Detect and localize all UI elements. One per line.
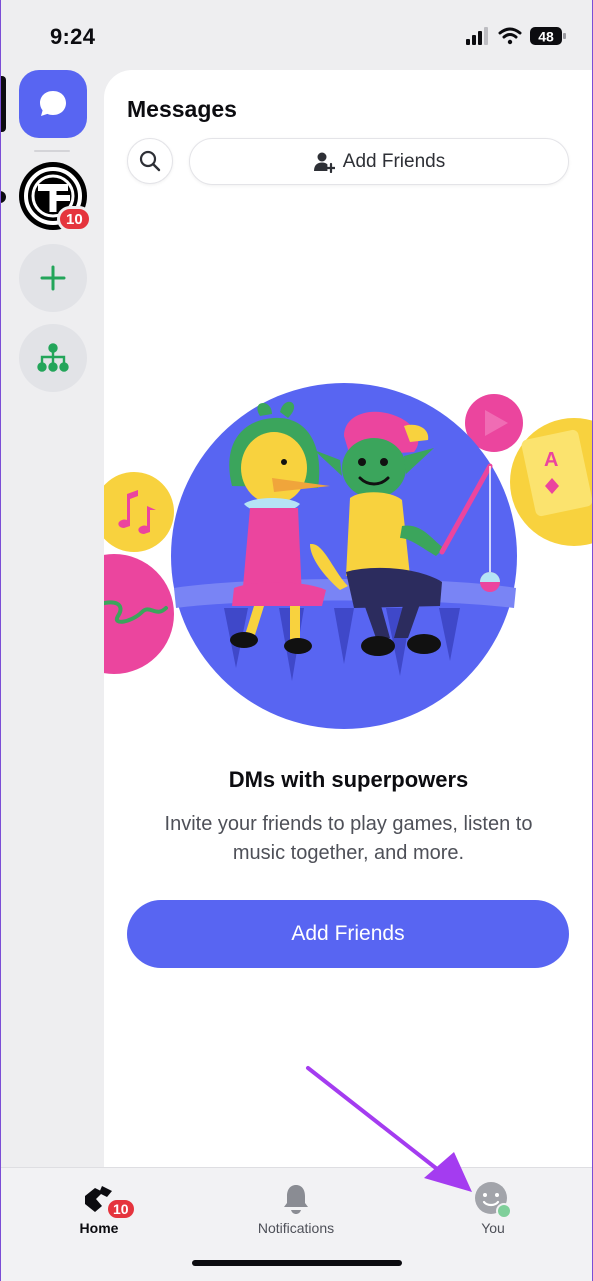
selected-indicator [0,76,6,132]
add-friends-header-label: Add Friends [342,150,446,172]
cellular-signal-icon [466,27,488,45]
server-unread-badge: 10 [57,206,92,232]
battery-percent: 48 [538,29,554,45]
wifi-icon [498,27,522,45]
tab-home[interactable]: 10 Home [39,1182,159,1242]
search-icon [139,150,161,172]
server-rail: 10 [0,70,104,1167]
annotation-arrow [306,1066,472,1192]
tab-notifications-label: Notifications [257,1220,335,1236]
rail-divider [34,150,70,152]
squiggle-bubble [104,554,174,674]
search-button[interactable] [127,138,173,184]
home-indicator [192,1260,402,1266]
add-friends-button[interactable]: Add Friends [127,900,569,968]
discover-servers-button[interactable] [19,324,87,392]
online-status-dot [498,1205,510,1217]
music-note-bubble [104,472,174,552]
home-unread-badge: 10 [105,1197,137,1221]
battery-icon: 48 [530,27,566,45]
status-icons: 48 [466,27,566,45]
direct-messages-button[interactable] [19,70,87,138]
friends-scene [171,383,517,729]
tab-home-label: Home [79,1220,119,1236]
add-friends-header-button[interactable]: Add Friends [189,138,569,185]
svg-text:A: A [544,449,558,471]
empty-state-description: Invite your friends to play games, liste… [164,813,533,864]
add-server-button[interactable] [19,244,87,312]
cards-bubble: A [510,418,593,546]
messages-panel: Messages Add Friends A DMs with superpow… [104,70,593,1167]
add-friend-icon [313,152,335,173]
page-title: Messages [127,96,237,122]
tab-you-label: You [481,1220,505,1236]
hub-tree-icon [37,343,69,372]
dms-illustration: A [104,383,593,729]
status-bar: 9:24 48 [0,0,593,70]
chat-bubble-icon [40,91,66,116]
unread-indicator [0,191,6,203]
empty-state-title: DMs with superpowers [228,767,469,792]
plus-icon [40,265,66,291]
status-time: 9:24 [50,24,96,49]
